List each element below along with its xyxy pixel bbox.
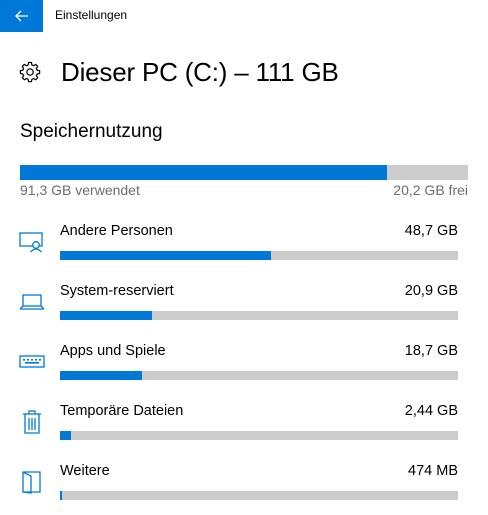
category-size: 18,7 GB [404, 343, 458, 359]
category-usage-fill [60, 371, 142, 380]
used-space-label: 91,3 GB verwendet [20, 182, 140, 198]
category-usage-fill [60, 491, 63, 500]
category-label: Temporäre Dateien [60, 403, 184, 419]
category-label: Andere Personen [60, 223, 173, 239]
category-size: 2,44 GB [404, 403, 458, 419]
back-arrow-icon [14, 10, 28, 22]
section-title-storage-usage: Speichernutzung [20, 121, 163, 142]
category-usage-fill [60, 311, 152, 320]
page-header: Dieser PC (C:) – 111 GB [18, 54, 339, 90]
category-usage-bar [60, 491, 458, 500]
back-button[interactable] [0, 0, 43, 32]
title-bar: Einstellungen [0, 0, 488, 32]
total-usage-bar [20, 165, 468, 180]
category-label: Apps und Spiele [60, 343, 166, 359]
category-size: 20,9 GB [404, 283, 458, 299]
free-space-label: 20,2 GB frei [393, 182, 468, 198]
laptop-icon [19, 289, 45, 315]
category-other-people[interactable]: Andere Personen 48,7 GB [0, 223, 488, 275]
category-usage-bar [60, 371, 458, 380]
total-usage-fill [20, 165, 387, 180]
category-temporary-files[interactable]: Temporäre Dateien 2,44 GB [0, 403, 488, 455]
category-usage-bar [60, 251, 458, 260]
trash-icon [19, 409, 45, 435]
category-apps-and-games[interactable]: Apps und Spiele 18,7 GB [0, 343, 488, 395]
category-other[interactable]: Weitere 474 MB [0, 463, 488, 515]
other-people-icon [19, 229, 45, 255]
app-title: Einstellungen [55, 8, 128, 22]
category-size: 48,7 GB [404, 223, 458, 239]
category-usage-bar [60, 431, 458, 440]
gear-icon [18, 60, 42, 84]
category-usage-fill [60, 431, 72, 440]
category-size: 474 MB [408, 463, 458, 479]
category-usage-bar [60, 311, 458, 320]
folder-icon [19, 469, 45, 495]
category-label: System-reserviert [60, 283, 174, 299]
category-label: Weitere [60, 463, 110, 479]
category-system-reserved[interactable]: System-reserviert 20,9 GB [0, 283, 488, 335]
keyboard-icon [19, 349, 45, 375]
page-title: Dieser PC (C:) – 111 GB [61, 56, 339, 87]
category-usage-fill [60, 251, 271, 260]
